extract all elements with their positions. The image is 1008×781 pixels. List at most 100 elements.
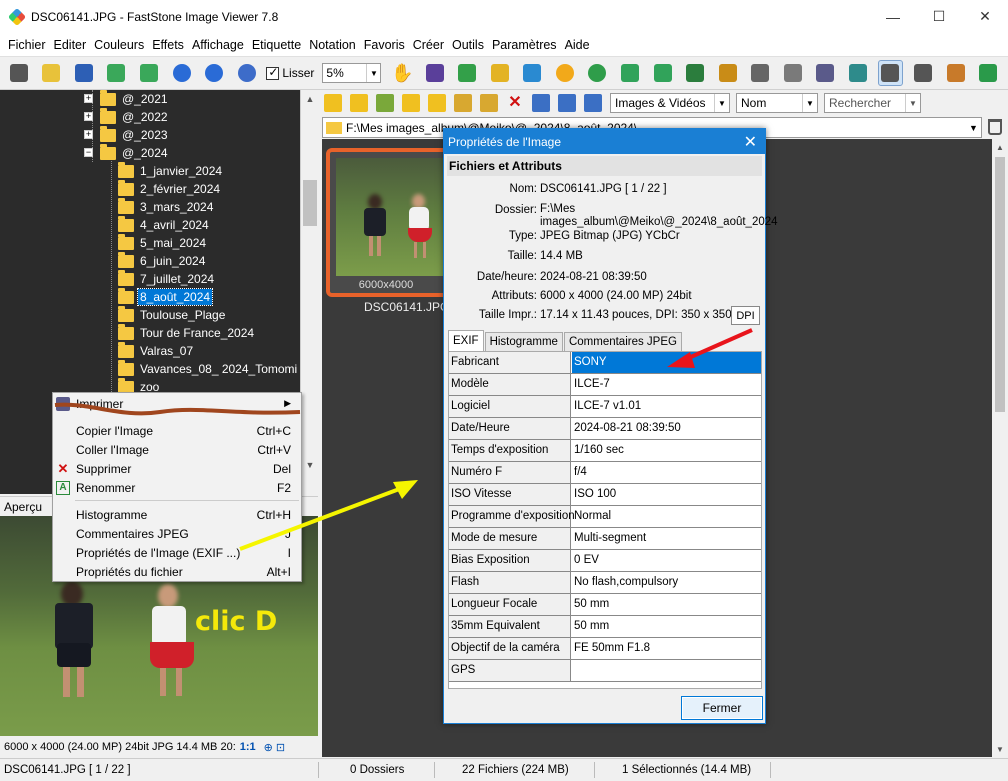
tree-item-fevrier[interactable]: 2_février_2024 (118, 179, 222, 198)
tab-exif[interactable]: EXIF (448, 330, 484, 351)
menu-parametres[interactable]: Paramètres (488, 38, 561, 52)
actual-size-icon[interactable] (234, 60, 260, 86)
view-list-icon[interactable] (558, 94, 576, 112)
menu-notation[interactable]: Notation (305, 38, 360, 52)
sort-select[interactable]: Nom ▼ (736, 93, 818, 113)
maximize-button[interactable]: ☐ (916, 0, 962, 33)
chevron-down-icon[interactable]: ▼ (905, 94, 920, 112)
tree-item-mars[interactable]: 3_mars_2024 (118, 197, 215, 216)
table-row[interactable]: Objectif de la caméra FE 50mm F1.8 (449, 638, 761, 660)
exif-table[interactable]: Fabricant SONY Modèle ILCE-7 Logiciel ILCE-… (448, 351, 762, 689)
fit-icon[interactable]: ⊕ ⊡ (264, 741, 286, 754)
tree-item-2021[interactable]: + @_2021 (84, 90, 170, 108)
close-button[interactable]: Fermer (681, 696, 763, 720)
hand-icon[interactable]: ✋ (389, 60, 415, 86)
zoom-out-icon[interactable] (201, 60, 227, 86)
undo-icon[interactable] (617, 60, 643, 86)
compare-icon[interactable] (715, 60, 741, 86)
scroll-up-icon[interactable]: ▲ (992, 139, 1008, 155)
table-row[interactable]: Programme d'exposition Normal (449, 506, 761, 528)
menu-favoris[interactable]: Favoris (360, 38, 409, 52)
table-row[interactable]: Logiciel ILCE-7 v1.01 (449, 396, 761, 418)
chevron-down-icon[interactable]: ▼ (802, 94, 817, 112)
scroll-down-icon[interactable]: ▼ (301, 456, 319, 473)
table-row[interactable]: Date/Heure 2024-08-21 08:39:50 (449, 418, 761, 440)
table-row[interactable]: Fabricant SONY (449, 352, 761, 374)
menu-item-jpeg-comments[interactable]: Commentaires JPEG J (53, 524, 301, 543)
menu-aide[interactable]: Aide (561, 38, 594, 52)
layout-thumbnails-icon[interactable] (877, 60, 904, 86)
dpi-button[interactable]: DPI (731, 306, 760, 325)
close-window-button[interactable]: ✕ (962, 0, 1008, 33)
draw-icon[interactable] (780, 60, 806, 86)
table-row[interactable]: 35mm Equivalent 50 mm (449, 616, 761, 638)
menu-item-copy[interactable]: Copier l'Image Ctrl+C (53, 421, 301, 440)
layout-preview-icon[interactable] (910, 60, 936, 86)
table-row[interactable]: GPS (449, 660, 761, 682)
scroll-thumb[interactable] (995, 157, 1005, 412)
resize-icon[interactable] (520, 60, 546, 86)
zoom-in-icon[interactable] (169, 60, 195, 86)
table-row[interactable]: Temps d'exposition 1/160 sec (449, 440, 761, 462)
table-row[interactable]: Longueur Focale 50 mm (449, 594, 761, 616)
tree-item-aout[interactable]: 8_août_2024 (118, 287, 214, 306)
layout-person-icon[interactable] (943, 60, 969, 86)
chevron-down-icon[interactable]: ▼ (714, 94, 729, 112)
tab-histogram[interactable]: Histogramme (484, 332, 563, 351)
menu-item-delete[interactable]: ✕ Supprimer Del (53, 459, 301, 478)
forward-icon[interactable] (350, 94, 368, 112)
expand-icon[interactable]: + (84, 130, 93, 139)
tree-item-avril[interactable]: 4_avril_2024 (118, 215, 211, 234)
expand-icon[interactable]: + (84, 94, 93, 103)
next-icon[interactable] (136, 60, 162, 86)
filter-select[interactable]: Images & Vidéos ▼ (610, 93, 730, 113)
browser-scrollbar[interactable]: ▲ ▼ (992, 139, 1008, 757)
adjust-colors-icon[interactable] (552, 60, 578, 86)
menu-outils[interactable]: Outils (448, 38, 488, 52)
menu-item-histogram[interactable]: Histogramme Ctrl+H (53, 505, 301, 524)
tree-item-tour-de-france[interactable]: Tour de France_2024 (118, 323, 256, 342)
tree-item-2022[interactable]: + @_2022 (84, 107, 170, 126)
table-row[interactable]: Mode de mesure Multi-segment (449, 528, 761, 550)
menu-couleurs[interactable]: Couleurs (90, 38, 148, 52)
chevron-down-icon[interactable]: ▼ (366, 64, 380, 82)
tree-item-2023[interactable]: + @_2023 (84, 125, 170, 144)
tree-scrollbar[interactable]: ▲ ▼ (300, 90, 318, 494)
levels-icon[interactable] (682, 60, 708, 86)
tree-item-2024[interactable]: − @_2024 (84, 143, 170, 162)
print-icon[interactable] (813, 60, 839, 86)
thumbnail-item[interactable]: 6000x4000 (326, 148, 450, 297)
slideshow-icon[interactable] (422, 60, 448, 86)
previous-icon[interactable] (104, 60, 130, 86)
close-icon[interactable]: ✕ (744, 132, 757, 152)
minimize-button[interactable]: — (870, 0, 916, 33)
menu-editer[interactable]: Editer (50, 38, 91, 52)
tree-item-juin[interactable]: 6_juin_2024 (118, 251, 207, 270)
refresh-folder-icon[interactable] (402, 94, 420, 112)
expand-icon[interactable]: + (84, 112, 93, 121)
tab-jpeg-comments[interactable]: Commentaires JPEG (563, 332, 682, 351)
scroll-up-icon[interactable]: ▲ (301, 90, 319, 107)
actual-size-button[interactable]: 1:1 (240, 741, 256, 753)
delete-icon[interactable]: ✕ (506, 94, 524, 112)
table-row[interactable]: Modèle ILCE-7 (449, 374, 761, 396)
copy-to-folder-icon[interactable] (454, 94, 472, 112)
redo-icon[interactable] (650, 60, 676, 86)
batch-icon[interactable] (845, 60, 871, 86)
chevron-down-icon[interactable]: ▼ (966, 118, 981, 137)
open-folder-icon[interactable] (39, 60, 65, 86)
view-details-icon[interactable] (584, 94, 602, 112)
move-to-folder-icon[interactable] (480, 94, 498, 112)
smooth-checkbox[interactable]: Lisser (266, 65, 314, 80)
up-folder-icon[interactable] (376, 94, 394, 112)
scroll-thumb[interactable] (303, 180, 317, 226)
menu-creer[interactable]: Créer (409, 38, 448, 52)
view-thumbnails-icon[interactable] (532, 94, 550, 112)
zoom-combo[interactable]: 5% ▼ (322, 63, 382, 83)
menu-item-print[interactable]: Imprimer ▶ (53, 394, 301, 413)
trash-icon[interactable] (988, 119, 1002, 135)
back-icon[interactable] (324, 94, 342, 112)
tree-item-valras[interactable]: Valras_07 (118, 341, 195, 360)
search-input[interactable]: Rechercher ▼ (824, 93, 921, 113)
table-row[interactable]: Numéro Ff/4 (449, 462, 761, 484)
